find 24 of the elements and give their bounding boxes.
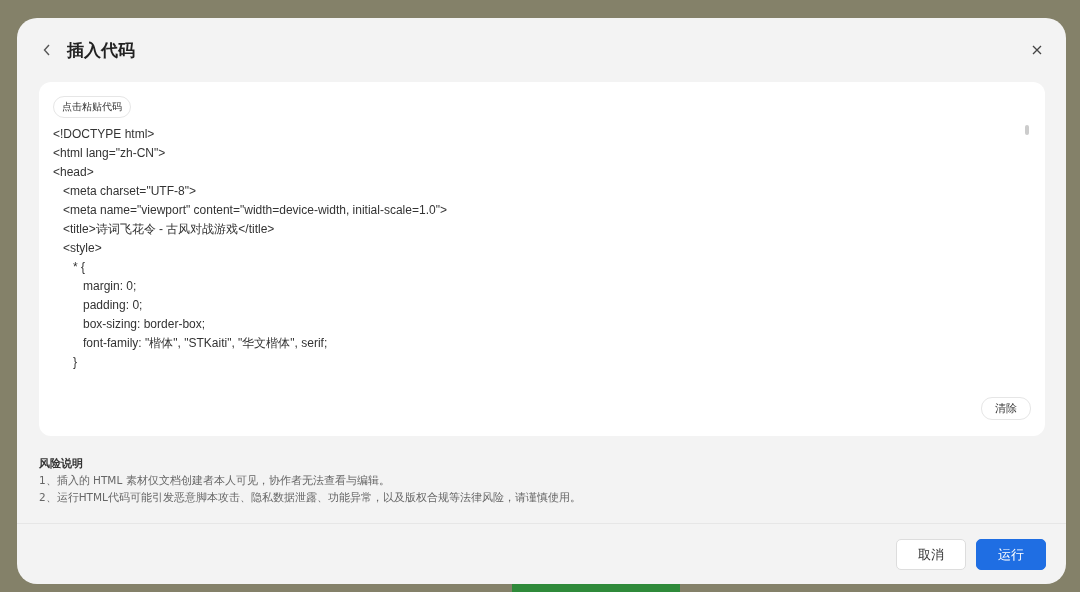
code-line: <title>诗词飞花令 - 古风对战游戏</title> bbox=[62, 221, 275, 238]
code-line: <!DOCTYPE html> bbox=[53, 126, 155, 143]
cancel-button[interactable]: 取消 bbox=[896, 539, 966, 570]
risk-title: 风险说明 bbox=[39, 456, 84, 472]
scrollbar-thumb[interactable] bbox=[1025, 125, 1029, 135]
code-line: <meta name="viewport" content="width=device-width, initial-scale=1.0"> bbox=[62, 202, 447, 219]
code-line: margin: 0; bbox=[82, 278, 137, 295]
code-line: * { bbox=[72, 259, 85, 276]
run-button[interactable]: 运行 bbox=[976, 539, 1046, 570]
dialog-title: 插入代码 bbox=[67, 38, 136, 62]
code-line: <style> bbox=[62, 240, 102, 257]
close-icon[interactable] bbox=[1032, 45, 1042, 55]
clear-button[interactable]: 清除 bbox=[981, 397, 1031, 420]
code-line: } bbox=[72, 354, 77, 371]
code-line: padding: 0; bbox=[82, 297, 143, 314]
back-icon[interactable] bbox=[43, 44, 51, 56]
code-line: font-family: "楷体", "STKaiti", "华文楷体", serif; bbox=[82, 335, 328, 352]
risk-note: 1、插入的 HTML 素材仅文档创建者本人可见，协作者无法查看与编辑。 bbox=[39, 473, 391, 488]
risk-note: 2、运行HTML代码可能引发恶意脚本攻击、隐私数据泄露、功能异常，以及版权合规等法律风险，请谨慎使用。 bbox=[39, 490, 582, 505]
paste-code-button[interactable]: 点击粘贴代码 bbox=[53, 96, 131, 118]
code-line: box-sizing: border-box; bbox=[82, 316, 206, 333]
code-line: <html lang="zh-CN"> bbox=[53, 145, 166, 162]
code-line: <meta charset="UTF-8"> bbox=[62, 183, 196, 200]
code-line: <head> bbox=[53, 164, 94, 181]
